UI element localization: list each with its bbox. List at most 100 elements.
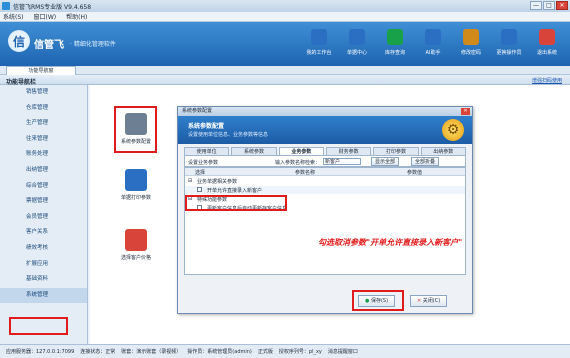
- toolbar-button[interactable]: 单据中心: [338, 26, 376, 62]
- dialog-tab[interactable]: 系统参数: [231, 147, 277, 155]
- toolbar-button[interactable]: 更换操作员: [490, 26, 528, 62]
- close-label: 关闭(C): [422, 298, 441, 304]
- sidebar-item[interactable]: 生产管理: [0, 116, 87, 132]
- sidebar-item[interactable]: 票据管理: [0, 194, 87, 210]
- search-row: 设置业务参数 输入参数名称检索： 新客户 显示全部 全部折叠: [184, 155, 466, 167]
- brand-tagline: · 精细化管理软件: [70, 41, 116, 48]
- menu-bar: 系统(S) 窗口(W) 帮助(H): [0, 12, 570, 22]
- dialog-footer: ● 保存(S) ✕ 关闭(C): [178, 289, 472, 313]
- brand-logo: 信管飞: [34, 40, 64, 51]
- app-icon: [2, 2, 10, 10]
- document-icon: [125, 169, 147, 191]
- dialog-close-icon[interactable]: ✕: [461, 108, 470, 115]
- sidebar-item[interactable]: 销售管理: [0, 85, 87, 101]
- dialog-tab[interactable]: 打印参数: [373, 147, 419, 155]
- close-dialog-button[interactable]: ✕ 关闭(C): [410, 295, 448, 307]
- sidebar-item[interactable]: 往来管理: [0, 132, 87, 148]
- col-param-name: 参数名称: [295, 170, 316, 176]
- minimize-button[interactable]: —: [530, 1, 542, 10]
- scan-link[interactable]: 增强扫码使用: [532, 77, 562, 84]
- logo-icon: 信: [8, 30, 30, 52]
- dialog-titlebar: 系统参数配置 ✕: [178, 107, 472, 116]
- collapse-icon[interactable]: ⊟: [188, 178, 192, 184]
- collapse-all-button[interactable]: 全部折叠: [411, 157, 440, 166]
- toolbar-label: 退出系统: [536, 50, 557, 56]
- toolbar-label: 更换操作员: [496, 50, 522, 56]
- dialog-tab[interactable]: 财务参数: [325, 147, 372, 155]
- status-item: 正式版: [257, 349, 273, 355]
- sidebar-item[interactable]: 系统管理: [0, 287, 87, 304]
- toolbar-label: 库存查询: [384, 50, 405, 56]
- menu-system[interactable]: 系统(S): [3, 12, 24, 21]
- toolbar-icon: [501, 29, 517, 45]
- toolbar-button[interactable]: AI助手: [414, 26, 452, 62]
- toolbar-label: 单据中心: [346, 50, 367, 56]
- search-input[interactable]: 新客户: [323, 158, 361, 165]
- param-name: 开单允许直接录入新客户: [207, 188, 263, 194]
- highlight-sidebar: [9, 317, 68, 335]
- toolbar-button[interactable]: 我的工作台: [300, 26, 338, 62]
- grid-header: 选择 参数名称 参数值: [185, 168, 465, 176]
- dialog-tab[interactable]: 使用单位: [184, 147, 230, 155]
- toolbar-icon: [539, 29, 555, 45]
- group-row[interactable]: ⊟ 业务单据相关参数: [185, 177, 465, 185]
- sidebar-item[interactable]: 综合管理: [0, 179, 87, 195]
- dialog-header-title: 系统参数配置: [188, 123, 225, 130]
- param-checkbox[interactable]: [197, 187, 202, 192]
- sidebar-item[interactable]: 客户关系: [0, 225, 87, 241]
- show-all-button[interactable]: 显示全部: [371, 157, 400, 166]
- dialog-header: 系统参数配置 设置使用单位信息、业务参数等信息 ⚙: [178, 116, 472, 144]
- toolbar-button[interactable]: 退出系统: [528, 26, 566, 62]
- sidebar-item[interactable]: 扩展应用: [0, 257, 87, 273]
- tab-nav-window[interactable]: 功能导航窗: [6, 66, 76, 75]
- close-button[interactable]: ✕: [556, 1, 568, 10]
- param-row[interactable]: 开单允许直接录入新客户: [185, 186, 465, 194]
- status-item[interactable]: 消息提醒窗口: [328, 348, 358, 355]
- toolbar-icon: [425, 29, 441, 45]
- sidebar-item[interactable]: 绩效考核: [0, 241, 87, 257]
- status-item: 应用服务器：127.0.0.1:7099: [6, 349, 75, 355]
- window-title: 信管飞RMS专业版 V9.4.658: [13, 3, 92, 11]
- tab-strip: [0, 66, 570, 75]
- status-item: 账套：演示账套（录视频）: [121, 349, 182, 355]
- sidebar-item[interactable]: 出纳管理: [0, 163, 87, 179]
- maximize-button[interactable]: □: [543, 1, 555, 10]
- sidebar-item[interactable]: 会员管理: [0, 210, 87, 226]
- tile-customer-price[interactable]: 选择客户价格: [112, 229, 160, 261]
- tile-print-params[interactable]: 单据打印参数: [112, 169, 160, 201]
- col-param-value: 参数值: [407, 170, 423, 176]
- toolbar-icon: [387, 29, 403, 45]
- sidebar-item[interactable]: 仓库管理: [0, 101, 87, 117]
- highlight-save: [352, 290, 404, 311]
- highlight-tile: [114, 106, 157, 153]
- menu-help[interactable]: 帮助(H): [66, 12, 87, 21]
- params-grid: 选择 参数名称 参数值 ⊟ 业务单据相关参数 开单允许直接录入新客户 ⊟ 特殊功…: [184, 167, 466, 275]
- window-titlebar: 信管飞RMS专业版 V9.4.658 — □ ✕: [0, 0, 570, 12]
- col-select: 选择: [195, 170, 206, 176]
- toolbar-label: 修改密码: [460, 50, 481, 56]
- dialog-header-subtitle: 设置使用单位信息、业务参数等信息: [188, 132, 269, 138]
- price-icon: [125, 229, 147, 251]
- status-item: 授权序列号：pl_xy: [278, 349, 322, 355]
- toolbar-icon: [349, 29, 365, 45]
- dialog-title: 系统参数配置: [182, 108, 213, 114]
- group-name: 业务单据相关参数: [197, 179, 238, 185]
- search-section-label: 设置业务参数: [188, 160, 219, 166]
- menu-window[interactable]: 窗口(W): [34, 12, 57, 21]
- header-banner: 信 信管飞 · 精细化管理软件 我的工作台 单据中心 库存查询 AI助手 修改密码 更换操…: [0, 22, 570, 66]
- nav-header: 功能导航栏 增强扫码使用: [0, 75, 570, 86]
- status-item: 操作员：系统管理员(admin): [187, 349, 252, 355]
- dialog-tab[interactable]: 出纳参数: [420, 147, 466, 155]
- status-bar: 应用服务器：127.0.0.1:7099 连接状态：正常 账套：演示账套（录视频） 操…: [0, 344, 570, 358]
- sidebar-item[interactable]: 账务处理: [0, 147, 87, 163]
- sidebar: 销售管理 仓库管理 生产管理 往来管理 账务处理 出纳管理 综合管理 票据管理 会员管理 客户关系…: [0, 85, 88, 344]
- dialog-tab[interactable]: 业务参数: [278, 147, 324, 155]
- sidebar-item[interactable]: 基础资料: [0, 272, 87, 288]
- close-icon: ✕: [417, 298, 422, 304]
- search-prompt: 输入参数名称检索：: [275, 160, 321, 166]
- tile-label: 选择客户价格: [120, 255, 151, 261]
- status-item: 连接状态：正常: [80, 349, 116, 355]
- toolbar-button[interactable]: 库存查询: [376, 26, 414, 62]
- toolbar-label: 我的工作台: [306, 50, 332, 56]
- toolbar-button[interactable]: 修改密码: [452, 26, 490, 62]
